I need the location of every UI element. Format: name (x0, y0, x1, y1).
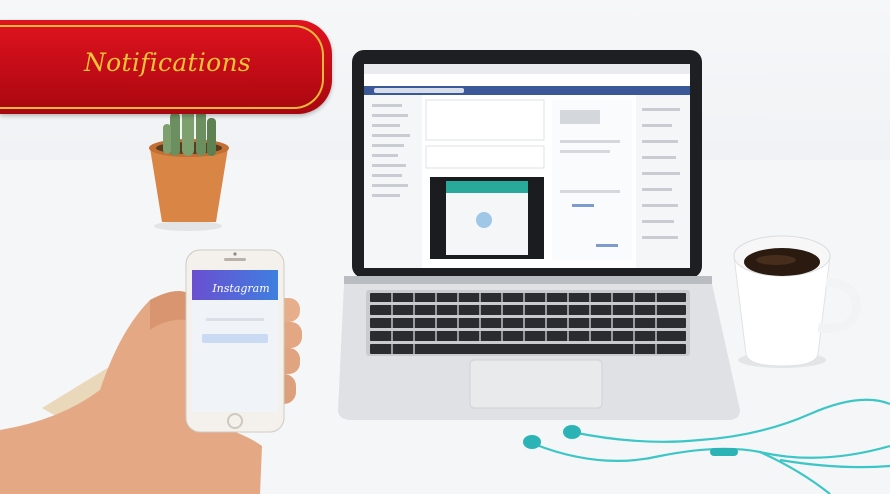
banner-title: Notifications (84, 48, 252, 77)
cactus-plant-icon (149, 104, 229, 231)
photo-scene: Instagram Notifications (0, 0, 890, 494)
instagram-app-title: Instagram (212, 282, 270, 295)
laptop-icon (338, 50, 740, 420)
notifications-banner: Notifications (0, 20, 332, 114)
smartphone-icon (185, 249, 285, 433)
